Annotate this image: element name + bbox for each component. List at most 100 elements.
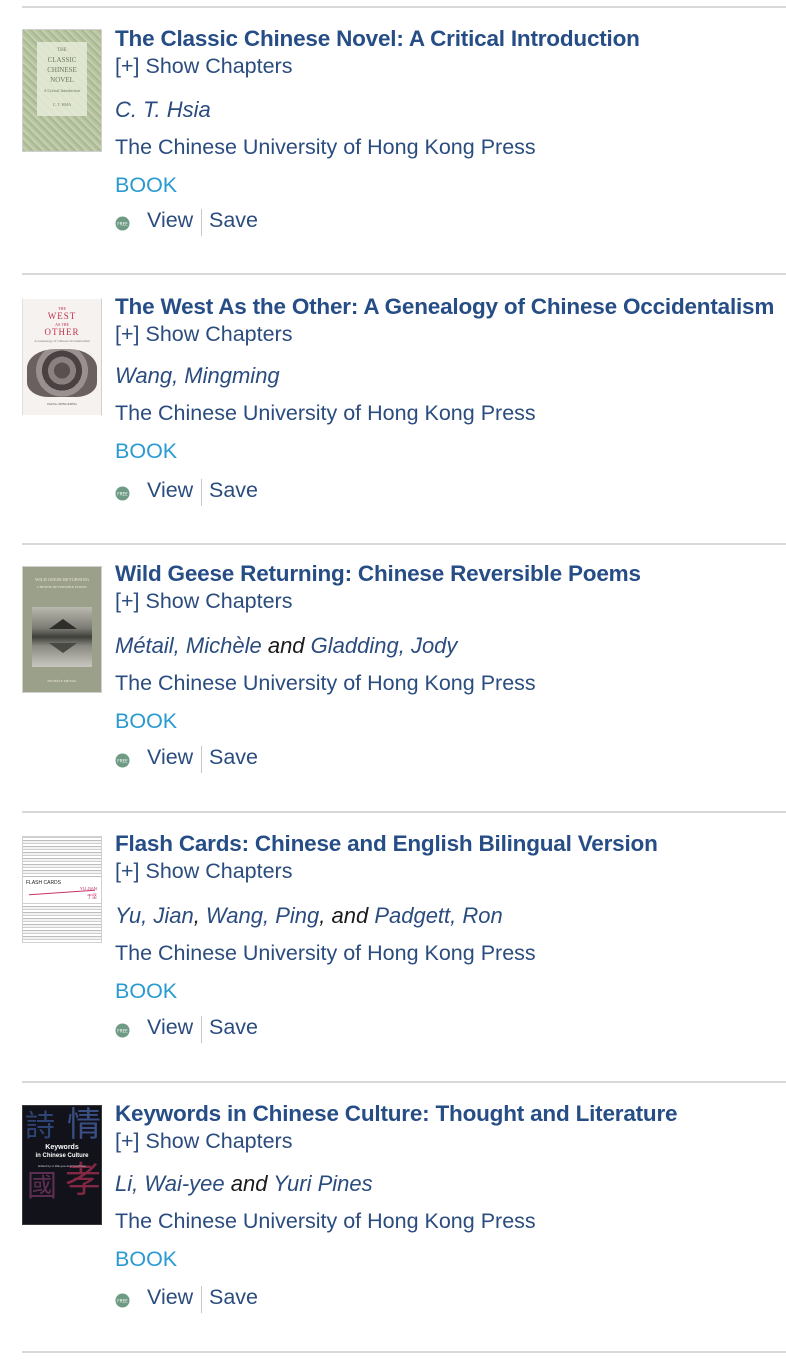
cover-text: MICHÈLE MÉTAIL xyxy=(47,679,77,683)
svg-text:FREE: FREE xyxy=(117,491,128,496)
cover-text: THE xyxy=(57,48,67,53)
book-cover[interactable]: WILD GEESE RETURNING CHINESE REVERSIBLE … xyxy=(22,566,102,693)
author-link[interactable]: Li, Wai-yee xyxy=(115,1171,225,1196)
cover-text: Keywords xyxy=(45,1144,79,1151)
divider xyxy=(22,811,786,813)
author-link[interactable]: Gladding, Jody xyxy=(311,633,458,658)
cover-text: A Critical Introduction xyxy=(43,88,81,93)
cover-text: 于坚 xyxy=(86,894,97,900)
author-separator: and xyxy=(224,1171,274,1196)
book-title[interactable]: Flash Cards: Chinese and English Bilingu… xyxy=(115,831,658,857)
separator xyxy=(201,209,202,236)
book-title[interactable]: The West As the Other: A Genealogy of Ch… xyxy=(115,294,774,320)
divider xyxy=(22,6,786,8)
author-list: Yu, Jian, Wang, Ping, and Padgett, Ron xyxy=(115,903,503,929)
author-separator: , xyxy=(193,903,206,928)
svg-text:FREE: FREE xyxy=(117,758,128,763)
publisher-link[interactable]: The Chinese University of Hong Kong Pres… xyxy=(115,401,536,426)
book-cover[interactable]: THE WEST AS THE OTHER A Genealogy of Chi… xyxy=(22,298,102,416)
divider xyxy=(22,273,786,275)
author-list: Wang, Mingming xyxy=(115,363,280,389)
cover-text: OTHER xyxy=(44,327,80,337)
show-chapters-link[interactable]: [+] Show Chapters xyxy=(115,859,292,884)
result-item: THE WEST AS THE OTHER A Genealogy of Chi… xyxy=(0,278,786,548)
cover-text: YU JIAN xyxy=(79,886,97,891)
view-button[interactable]: View xyxy=(147,208,193,233)
save-button[interactable]: Save xyxy=(209,1285,258,1310)
author-list: Li, Wai-yee and Yuri Pines xyxy=(115,1171,373,1197)
book-title[interactable]: The Classic Chinese Novel: A Critical In… xyxy=(115,26,640,52)
result-item: 詩 情 國 孝 Keywords in Chinese Culture Edit… xyxy=(0,1087,786,1357)
book-cover[interactable]: THE CLASSIC CHINESE NOVEL A Critical Int… xyxy=(22,29,102,152)
result-item: FLASH CARDS YU JIAN 于坚 Flash Cards: Chin… xyxy=(0,817,786,1087)
content-type-label: BOOK xyxy=(115,979,178,1003)
result-actions: FREE View Save xyxy=(115,744,315,773)
publisher-link[interactable]: The Chinese University of Hong Kong Pres… xyxy=(115,941,536,966)
view-button[interactable]: View xyxy=(147,1285,193,1310)
view-button[interactable]: View xyxy=(147,745,193,770)
author-link[interactable]: Padgett, Ron xyxy=(374,903,502,928)
cover-text: A Genealogy of Chinese Occidentalism xyxy=(34,339,90,343)
show-chapters-link[interactable]: [+] Show Chapters xyxy=(115,54,292,79)
result-actions: FREE View Save xyxy=(115,1284,315,1313)
author-separator: , and xyxy=(319,903,375,928)
author-list: Métail, Michèle and Gladding, Jody xyxy=(115,633,457,659)
book-cover[interactable]: FLASH CARDS YU JIAN 于坚 xyxy=(22,836,102,943)
book-title[interactable]: Wild Geese Returning: Chinese Reversible… xyxy=(115,561,641,587)
cover-text: C. T. HSIA xyxy=(52,102,72,107)
content-type-label: BOOK xyxy=(115,709,178,733)
cover-text: FLASH CARDS xyxy=(26,880,62,886)
author-link[interactable]: Métail, Michèle xyxy=(115,633,262,658)
view-button[interactable]: View xyxy=(147,478,193,503)
free-access-icon: FREE xyxy=(115,753,130,768)
content-type-label: BOOK xyxy=(115,1247,178,1271)
separator xyxy=(201,1016,202,1043)
free-access-icon: FREE xyxy=(115,1023,130,1038)
free-access-icon: FREE xyxy=(115,1293,130,1308)
divider xyxy=(22,543,786,545)
show-chapters-link[interactable]: [+] Show Chapters xyxy=(115,589,292,614)
divider xyxy=(22,1351,786,1353)
save-button[interactable]: Save xyxy=(209,478,258,503)
author-link[interactable]: Yu, Jian xyxy=(115,903,194,928)
svg-text:FREE: FREE xyxy=(117,221,128,226)
free-access-icon: FREE xyxy=(115,486,130,501)
result-actions: FREE View Save xyxy=(115,477,315,506)
author-separator: and xyxy=(261,633,311,658)
separator xyxy=(201,746,202,773)
save-button[interactable]: Save xyxy=(209,745,258,770)
author-link[interactable]: Yuri Pines xyxy=(273,1171,372,1196)
publisher-link[interactable]: The Chinese University of Hong Kong Pres… xyxy=(115,1209,536,1234)
cover-text: NOVEL xyxy=(50,76,74,84)
author-list: C. T. Hsia xyxy=(115,97,211,123)
book-cover[interactable]: 詩 情 國 孝 Keywords in Chinese Culture Edit… xyxy=(22,1105,102,1225)
separator xyxy=(201,1286,202,1313)
svg-text:FREE: FREE xyxy=(117,1298,128,1303)
view-button[interactable]: View xyxy=(147,1015,193,1040)
cover-text: Edited by Li Wai-yee and Yuri Pines xyxy=(38,1164,86,1168)
publisher-link[interactable]: The Chinese University of Hong Kong Pres… xyxy=(115,671,536,696)
show-chapters-link[interactable]: [+] Show Chapters xyxy=(115,1129,292,1154)
content-type-label: BOOK xyxy=(115,173,178,197)
content-type-label: BOOK xyxy=(115,439,178,463)
cover-text: WEST xyxy=(47,311,77,321)
save-button[interactable]: Save xyxy=(209,208,258,233)
cover-text: WANG MINGMING xyxy=(46,402,78,406)
result-item: WILD GEESE RETURNING CHINESE REVERSIBLE … xyxy=(0,547,786,817)
show-chapters-link[interactable]: [+] Show Chapters xyxy=(115,322,292,347)
book-title[interactable]: Keywords in Chinese Culture: Thought and… xyxy=(115,1101,678,1127)
cover-text: CHINESE xyxy=(47,66,77,74)
svg-text:FREE: FREE xyxy=(117,1028,128,1033)
result-actions: FREE View Save xyxy=(115,207,315,236)
separator xyxy=(201,479,202,506)
save-button[interactable]: Save xyxy=(209,1015,258,1040)
result-actions: FREE View Save xyxy=(115,1014,315,1043)
author-link[interactable]: C. T. Hsia xyxy=(115,97,211,122)
author-link[interactable]: Wang, Mingming xyxy=(115,363,280,388)
divider xyxy=(22,1081,786,1083)
cover-text: WILD GEESE RETURNING xyxy=(35,577,89,582)
publisher-link[interactable]: The Chinese University of Hong Kong Pres… xyxy=(115,135,536,160)
cover-text: in Chinese Culture xyxy=(35,1153,89,1159)
author-link[interactable]: Wang, Ping xyxy=(206,903,319,928)
result-item: THE CLASSIC CHINESE NOVEL A Critical Int… xyxy=(0,10,786,280)
